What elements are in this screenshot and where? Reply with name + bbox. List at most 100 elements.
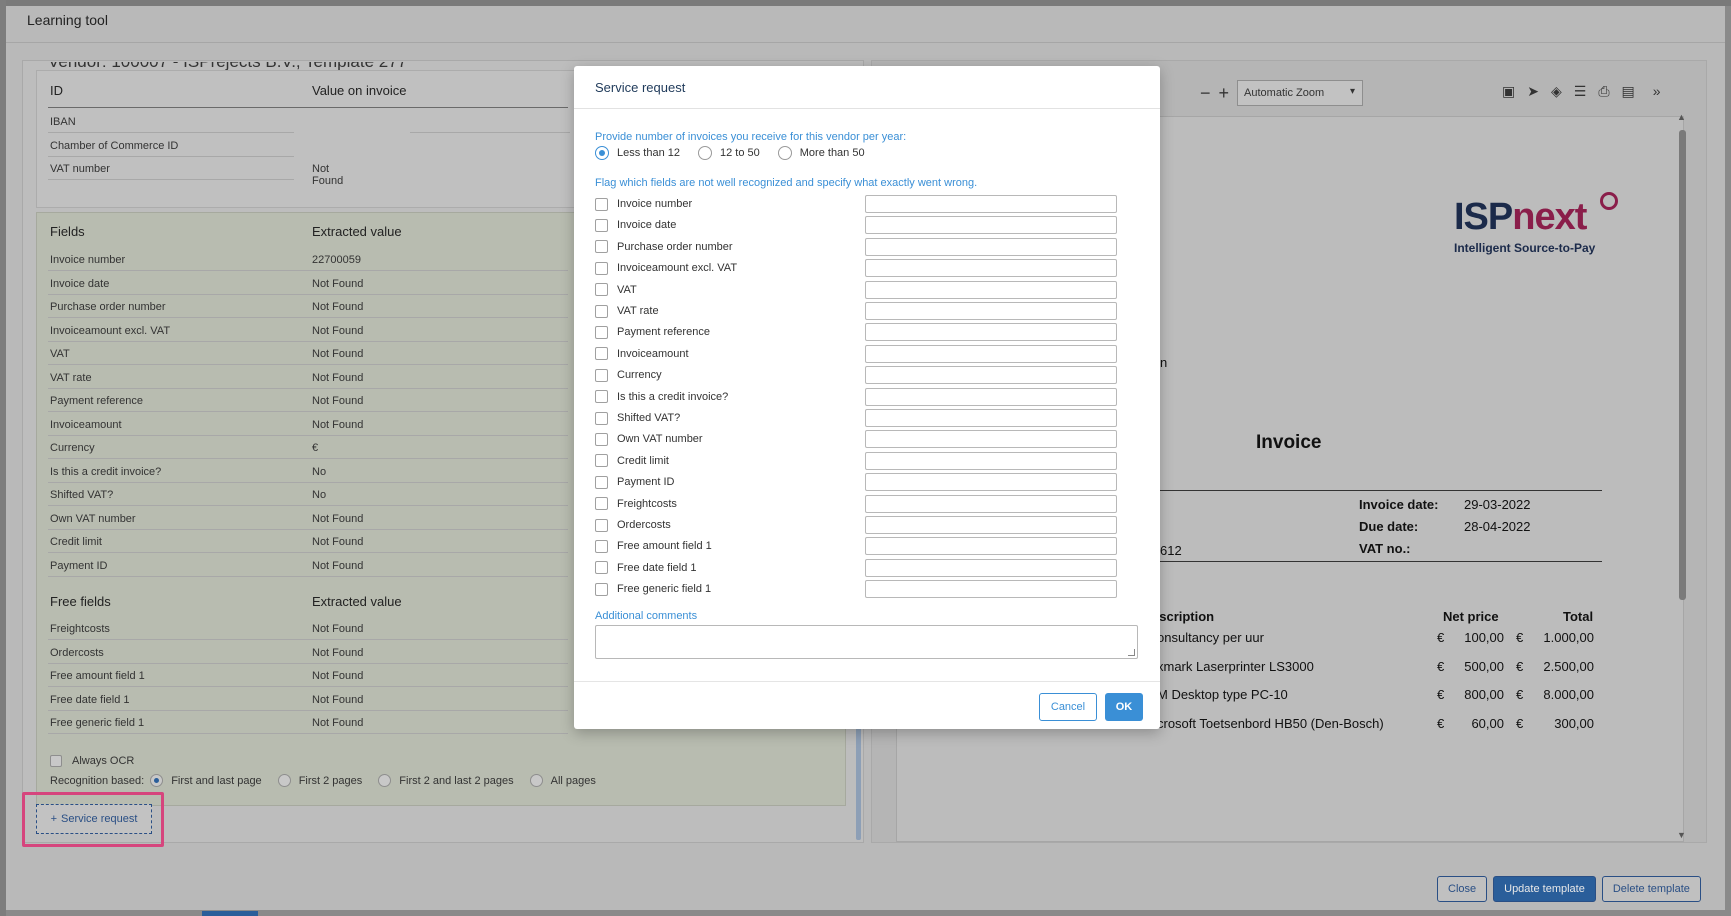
flag-description-input[interactable] [865, 451, 1117, 470]
flag-checkbox[interactable] [595, 561, 608, 575]
flag-field-row: Invoiceamount [595, 344, 1125, 364]
close-button[interactable]: Close [1437, 876, 1488, 902]
recognition-radio[interactable] [529, 774, 543, 787]
field-row: Invoice number 22700059 [48, 248, 568, 271]
field-row-label: Purchase order number [50, 301, 166, 313]
invoice-line-currency: € [1437, 630, 1445, 645]
print-icon[interactable]: ⎙ [1598, 83, 1609, 100]
delete-template-button[interactable]: Delete template [1601, 876, 1701, 902]
presentation-icon[interactable]: ▣ [1502, 83, 1515, 100]
field-row-value: Not Found [312, 277, 364, 290]
flag-checkbox[interactable] [595, 368, 608, 382]
recognition-radio[interactable] [150, 774, 164, 787]
flag-description-input[interactable] [865, 494, 1117, 513]
flag-description-input[interactable] [865, 537, 1117, 556]
flag-description-input[interactable] [865, 473, 1117, 492]
cursor-icon[interactable]: ➤ [1527, 83, 1539, 100]
more-tools-icon[interactable]: » [1653, 83, 1661, 100]
cancel-button[interactable]: Cancel [1039, 693, 1097, 721]
field-row: Purchase order number Not Found [48, 295, 568, 318]
flag-description-input[interactable] [865, 430, 1117, 449]
flag-description-input[interactable] [865, 516, 1117, 534]
comments-textarea[interactable] [595, 625, 1138, 659]
id-header-line [48, 107, 568, 108]
flag-description-input[interactable] [865, 302, 1117, 320]
zoom-select-value: Automatic Zoom [1244, 87, 1325, 99]
invoice-count-option[interactable]: More than 50 [777, 146, 865, 160]
field-row-value: Not Found [312, 348, 364, 360]
recognition-option[interactable]: First 2 and last 2 pages [378, 774, 514, 787]
invoice-line-currency: € [1437, 659, 1445, 674]
invoice-line-currency-total: € [1516, 659, 1524, 674]
flag-field-label: Free generic field 1 [617, 583, 712, 596]
flag-description-input[interactable] [865, 366, 1117, 385]
flag-checkbox[interactable] [595, 432, 608, 446]
flag-field-row: Free amount field 1 [595, 536, 1125, 556]
zoom-out-icon[interactable]: − [1200, 83, 1211, 104]
update-template-button[interactable]: Update template [1493, 876, 1596, 902]
always-ocr-checkbox[interactable] [50, 755, 62, 767]
flag-description-input[interactable] [865, 409, 1117, 427]
flag-checkbox[interactable] [595, 218, 608, 232]
flag-checkbox[interactable] [595, 582, 608, 596]
ok-button[interactable]: OK [1105, 693, 1143, 721]
flag-description-input[interactable] [865, 280, 1117, 299]
flag-checkbox[interactable] [595, 197, 608, 211]
flag-field-row: Free date field 1 [595, 558, 1125, 578]
invoice-rule-top [1140, 490, 1602, 491]
resize-handle-icon[interactable] [1128, 649, 1135, 656]
flag-description-input[interactable] [865, 580, 1117, 599]
flag-checkbox[interactable] [595, 261, 608, 275]
flag-description-input[interactable] [865, 387, 1117, 406]
field-row-label: Payment reference [50, 395, 143, 407]
flag-checkbox[interactable] [595, 240, 608, 254]
invoice-count-radio[interactable] [777, 146, 792, 160]
save-icon[interactable]: ▤ [1622, 83, 1635, 100]
recognition-label: Recognition based: [50, 774, 145, 787]
invoice-count-option[interactable]: Less than 12 [595, 146, 680, 160]
flag-description-input[interactable] [865, 323, 1117, 342]
flag-checkbox[interactable] [595, 325, 608, 339]
scroll-up-icon[interactable]: ▲ [1677, 112, 1686, 122]
flag-checkbox[interactable] [595, 390, 608, 404]
flag-checkbox[interactable] [595, 411, 608, 425]
flag-description-input[interactable] [865, 344, 1117, 363]
recognition-radio[interactable] [277, 774, 291, 787]
flag-checkbox[interactable] [595, 539, 608, 553]
flag-instruction: Flag which fields are not well recognize… [595, 177, 978, 189]
scroll-down-icon[interactable]: ▼ [1677, 830, 1686, 840]
layers-icon[interactable]: ◈ [1551, 83, 1562, 100]
recognition-option[interactable]: First and last page [150, 774, 262, 787]
invoice-line-description: M Desktop type PC-10 [1157, 687, 1288, 702]
flag-description-input[interactable] [865, 195, 1117, 213]
invoice-count-option[interactable]: 12 to 50 [698, 146, 760, 160]
id-row-value: Not Found [312, 163, 344, 187]
flag-field-row: Credit limit [595, 451, 1125, 471]
flag-description-input[interactable] [865, 558, 1117, 577]
flag-checkbox[interactable] [595, 347, 608, 361]
invoice-count-radio[interactable] [595, 146, 609, 160]
flag-field-row: VAT rate [595, 301, 1125, 321]
recognition-option[interactable]: All pages [529, 774, 596, 787]
col-total: Total [1563, 609, 1594, 624]
flag-description-input[interactable] [865, 237, 1117, 256]
zoom-select[interactable]: Automatic Zoom ▾ [1237, 80, 1364, 106]
flag-description-input[interactable] [865, 216, 1117, 235]
invoice-count-label: 12 to 50 [720, 147, 760, 159]
zoom-in-icon[interactable]: + [1219, 83, 1230, 104]
flag-field-row: Freightcosts [595, 494, 1125, 514]
viewer-scrollbar[interactable] [1679, 130, 1686, 600]
flag-description-input[interactable] [865, 259, 1117, 278]
flag-checkbox[interactable] [595, 497, 608, 511]
flag-checkbox[interactable] [595, 518, 608, 532]
invoice-count-radio[interactable] [698, 146, 712, 160]
flag-checkbox[interactable] [595, 304, 608, 318]
list-icon[interactable]: ☰ [1574, 83, 1587, 100]
always-ocr-option[interactable]: Always OCR [50, 755, 134, 767]
recognition-radio[interactable] [378, 774, 392, 787]
recognition-option[interactable]: First 2 pages [277, 774, 362, 787]
flag-checkbox[interactable] [595, 454, 608, 468]
flag-checkbox[interactable] [595, 283, 608, 297]
flag-checkbox[interactable] [595, 475, 608, 489]
id-row-label: IBAN [50, 116, 76, 128]
